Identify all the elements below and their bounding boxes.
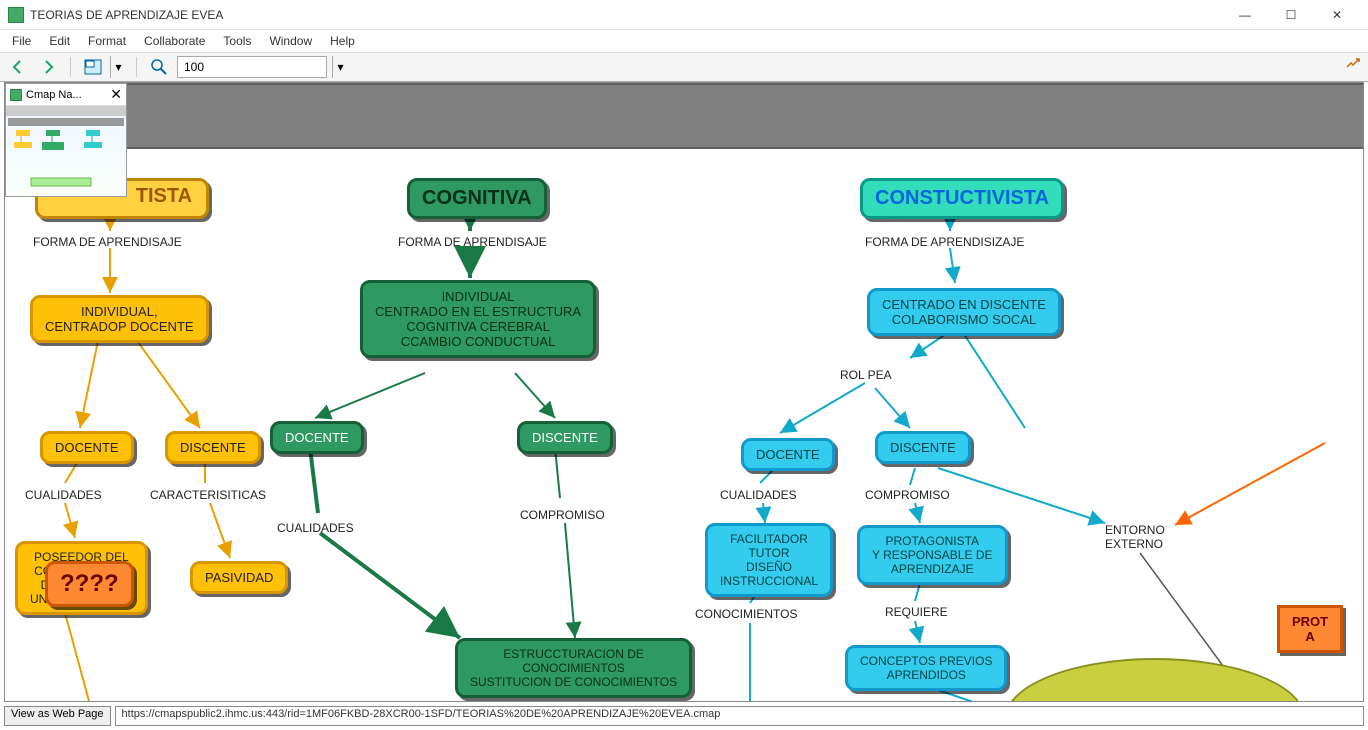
node-docente-1[interactable]: DOCENTE (40, 431, 134, 464)
statusbar: View as Web Page https://cmapspublic2.ih… (4, 706, 1364, 726)
label-compromiso-2: COMPROMISO (865, 488, 950, 502)
menu-tools[interactable]: Tools (215, 32, 259, 50)
titlebar-left: TEORIAS DE APRENDIZAJE EVEA (8, 7, 223, 23)
nav-back-button[interactable] (6, 55, 30, 79)
map-banner: ENSEÑANZA (5, 83, 1363, 149)
navigator-dropdown[interactable]: ▾ (110, 56, 126, 78)
label-cualidades-3: CUALIDADES (720, 488, 797, 502)
node-individual-estructura[interactable]: INDIVIDUAL CENTRADO EN EL ESTRUCTURA COG… (360, 280, 596, 358)
node-individual-centradop[interactable]: INDIVIDUAL, CENTRADOP DOCENTE (30, 295, 209, 343)
navigator-titlebar: Cmap Na... ✕ (6, 84, 126, 106)
label-forma-aprendizaje-1: FORMA DE APRENDISAJE (33, 235, 182, 249)
label-rol-pea: ROL PEA (840, 368, 892, 382)
concept-map-canvas[interactable]: ENSEÑANZA (5, 83, 1363, 701)
toolbar-separator (70, 57, 71, 77)
menu-help[interactable]: Help (322, 32, 363, 50)
navigator-toggle-button[interactable] (81, 55, 105, 79)
node-protagonista[interactable]: PROTAGONISTA Y RESPONSABLE DE APRENDIZAJ… (857, 525, 1008, 585)
menu-file[interactable]: File (4, 32, 39, 50)
window-controls: — ☐ ✕ (1222, 1, 1360, 29)
zoom-icon[interactable] (147, 55, 171, 79)
canvas-scroll[interactable]: ENSEÑANZA (5, 83, 1363, 701)
menu-collaborate[interactable]: Collaborate (136, 32, 213, 50)
node-facilitador[interactable]: FACILITADOR TUTOR DISEÑO INSTRUCCIONAL (705, 523, 833, 597)
maximize-button[interactable]: ☐ (1268, 1, 1314, 29)
statusbar-url: https://cmapspublic2.ihmc.us:443/rid=1MF… (115, 706, 1364, 726)
label-requiere: REQUIERE (885, 605, 948, 619)
node-discente-2[interactable]: DISCENTE (517, 421, 613, 454)
navigator-close-button[interactable]: ✕ (110, 86, 122, 103)
label-entorno-externo: ENTORNO EXTERNO (1105, 523, 1165, 551)
label-cualidades-1: CUALIDADES (25, 488, 102, 502)
node-estructuracion[interactable]: ESTRUCCTURACION DE CONOCIMIENTOS SUSTITU… (455, 638, 692, 698)
node-qmarks[interactable]: ???? (45, 561, 134, 607)
canvas-container: ENSEÑANZA (4, 82, 1364, 702)
label-forma-aprendizaje-2: FORMA DE APRENDISAJE (398, 235, 547, 249)
navigator-icon (10, 89, 22, 101)
arrows-layer (5, 83, 1363, 701)
toolbar-separator-2 (136, 57, 137, 77)
node-prot-partial[interactable]: PROT A (1277, 605, 1343, 653)
toolbar: ▾ ▾ (0, 52, 1368, 82)
zoom-dropdown[interactable]: ▾ (332, 56, 348, 78)
menu-format[interactable]: Format (80, 32, 134, 50)
label-conocimientos: CONOCIMIENTOS (695, 607, 797, 621)
node-constructivista[interactable]: CONSTUCTIVISTA (860, 178, 1064, 219)
app-icon (8, 7, 24, 23)
label-compromiso-1: COMPROMISO (520, 508, 605, 522)
navigator-preview[interactable] (6, 106, 126, 196)
ellipse-partial[interactable] (1005, 658, 1305, 701)
label-caracteristicas: CARACTERISITICAS (150, 488, 266, 502)
node-cognitiva[interactable]: COGNITIVA (407, 178, 547, 219)
window-title: TEORIAS DE APRENDIZAJE EVEA (30, 8, 223, 22)
window-titlebar: TEORIAS DE APRENDIZAJE EVEA — ☐ ✕ (0, 0, 1368, 30)
view-as-web-page-button[interactable]: View as Web Page (4, 706, 111, 726)
nav-forward-button[interactable] (36, 55, 60, 79)
navigator-panel[interactable]: Cmap Na... ✕ (5, 83, 127, 197)
zoom-input[interactable] (177, 56, 327, 78)
node-conceptos[interactable]: CONCEPTOS PREVIOS APRENDIDOS (845, 645, 1007, 691)
tool-run-icon[interactable] (1344, 52, 1362, 70)
menubar: File Edit Format Collaborate Tools Windo… (0, 30, 1368, 52)
navigator-title-text: Cmap Na... (26, 89, 82, 101)
navigator-title: Cmap Na... (10, 89, 82, 101)
node-docente-3[interactable]: DOCENTE (741, 438, 835, 471)
minimize-button[interactable]: — (1222, 1, 1268, 29)
menu-window[interactable]: Window (261, 32, 320, 50)
node-discente-3[interactable]: DISCENTE (875, 431, 971, 464)
close-button[interactable]: ✕ (1314, 1, 1360, 29)
label-forma-aprendizaje-3: FORMA DE APRENDISIZAJE (865, 235, 1024, 249)
menu-edit[interactable]: Edit (41, 32, 78, 50)
node-centrado-discente[interactable]: CENTRADO EN DISCENTE COLABORISMO SOCAL (867, 288, 1061, 336)
node-pasividad[interactable]: PASIVIDAD (190, 561, 288, 594)
node-docente-2[interactable]: DOCENTE (270, 421, 364, 454)
node-discente-1[interactable]: DISCENTE (165, 431, 261, 464)
label-cualidades-2: CUALIDADES (277, 521, 354, 535)
